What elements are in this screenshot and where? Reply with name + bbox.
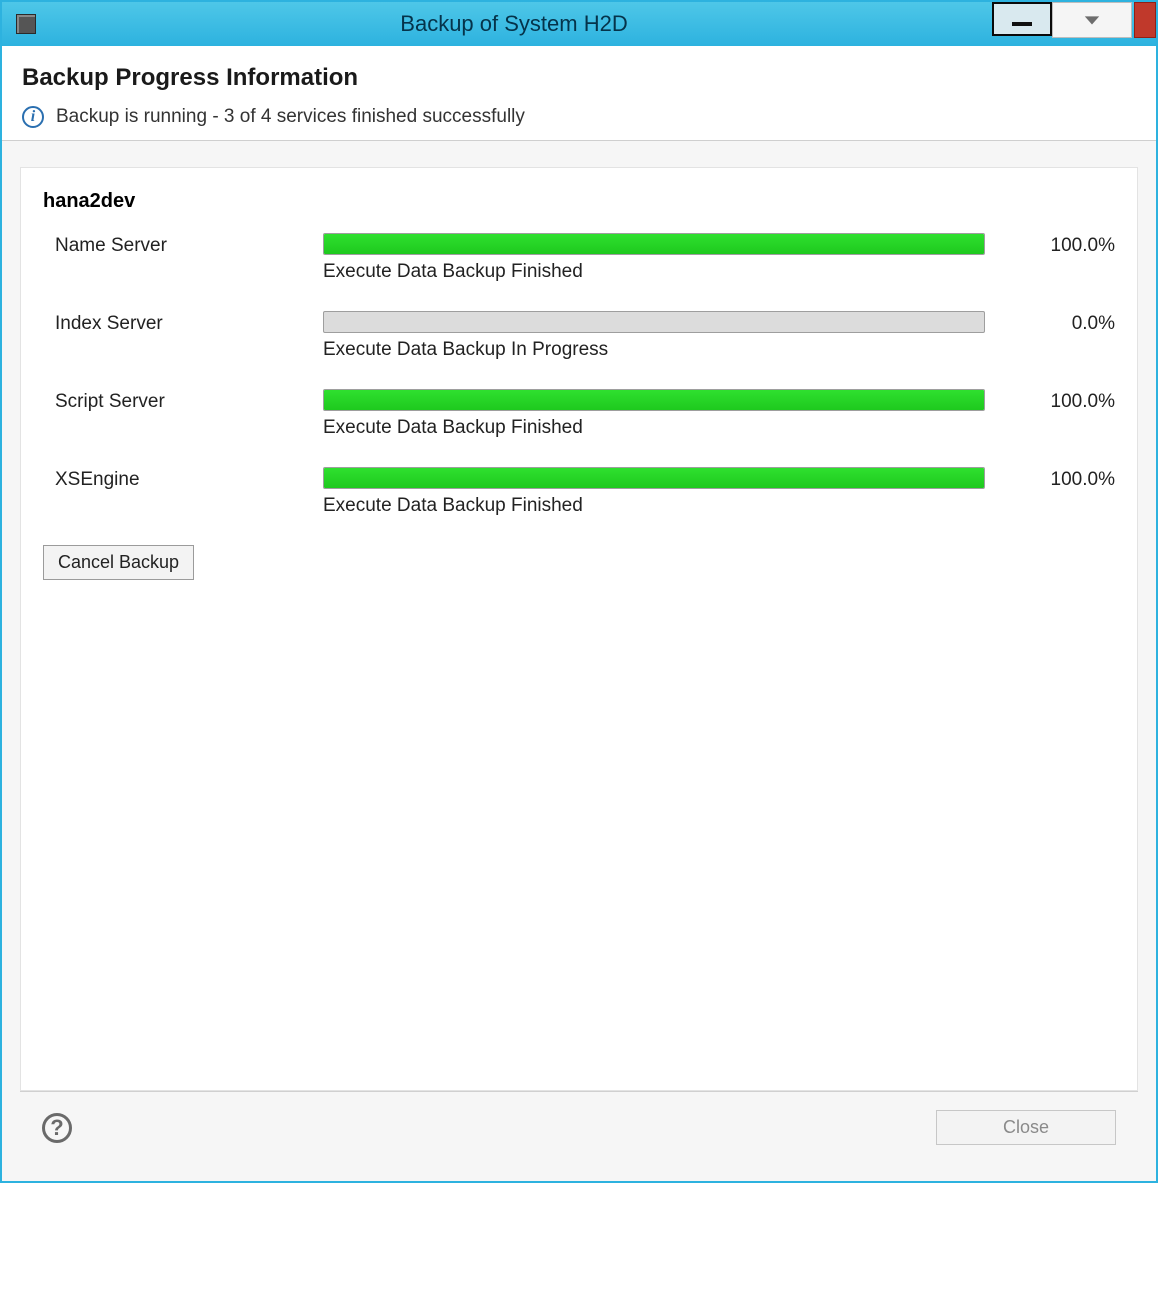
header-area: Backup Progress Information i Backup is … (2, 46, 1156, 141)
titlebar[interactable]: Backup of System H2D (2, 2, 1156, 46)
close-window-button[interactable] (1134, 2, 1156, 38)
cancel-backup-button[interactable]: Cancel Backup (43, 545, 194, 580)
service-row: XSEngine Execute Data Backup Finished 100.… (43, 467, 1115, 517)
service-percent: 100.0% (1005, 467, 1115, 491)
content-area: hana2dev Name Server Execute Data Backup … (2, 141, 1156, 1181)
footer-bar: ? Close (20, 1091, 1138, 1163)
service-row: Script Server Execute Data Backup Finishe… (43, 389, 1115, 439)
progress-panel: hana2dev Name Server Execute Data Backup … (20, 167, 1138, 1091)
service-status-text: Execute Data Backup Finished (323, 495, 985, 517)
service-percent: 0.0% (1005, 311, 1115, 335)
progress-bar-wrap: Execute Data Backup Finished (323, 233, 985, 283)
service-percent: 100.0% (1005, 233, 1115, 257)
service-status-text: Execute Data Backup In Progress (323, 339, 985, 361)
panel-footer: Cancel Backup (43, 545, 1115, 580)
window-title: Backup of System H2D (36, 11, 992, 37)
host-name: hana2dev (43, 190, 1115, 213)
progress-bar (323, 467, 985, 489)
progress-fill (324, 234, 984, 254)
window-menu-dropdown[interactable] (1052, 2, 1132, 38)
progress-fill (324, 468, 984, 488)
window-buttons (992, 2, 1156, 46)
progress-bar (323, 233, 985, 255)
services-list: Name Server Execute Data Backup Finished 1… (43, 233, 1115, 517)
service-label: Name Server (43, 233, 303, 257)
minimize-button[interactable] (992, 2, 1052, 36)
progress-bar (323, 389, 985, 411)
service-row: Name Server Execute Data Backup Finished 1… (43, 233, 1115, 283)
service-label: Script Server (43, 389, 303, 413)
progress-bar-wrap: Execute Data Backup Finished (323, 467, 985, 517)
help-icon[interactable]: ? (42, 1113, 72, 1143)
backup-progress-window: Backup of System H2D Backup Progress Inf… (0, 0, 1158, 1183)
info-icon: i (22, 106, 44, 128)
service-label: XSEngine (43, 467, 303, 491)
status-line: i Backup is running - 3 of 4 services fi… (22, 106, 1136, 128)
progress-bar-wrap: Execute Data Backup In Progress (323, 311, 985, 361)
status-text: Backup is running - 3 of 4 services fini… (56, 106, 525, 128)
page-title: Backup Progress Information (22, 64, 1136, 92)
minimize-icon (1012, 22, 1032, 26)
service-label: Index Server (43, 311, 303, 335)
service-status-text: Execute Data Backup Finished (323, 417, 985, 439)
service-row: Index Server Execute Data Backup In Progr… (43, 311, 1115, 361)
service-status-text: Execute Data Backup Finished (323, 261, 985, 283)
chevron-down-icon (1083, 14, 1101, 26)
close-button[interactable]: Close (936, 1110, 1116, 1145)
progress-fill (324, 390, 984, 410)
app-icon (16, 14, 36, 34)
service-percent: 100.0% (1005, 389, 1115, 413)
progress-bar (323, 311, 985, 333)
progress-bar-wrap: Execute Data Backup Finished (323, 389, 985, 439)
